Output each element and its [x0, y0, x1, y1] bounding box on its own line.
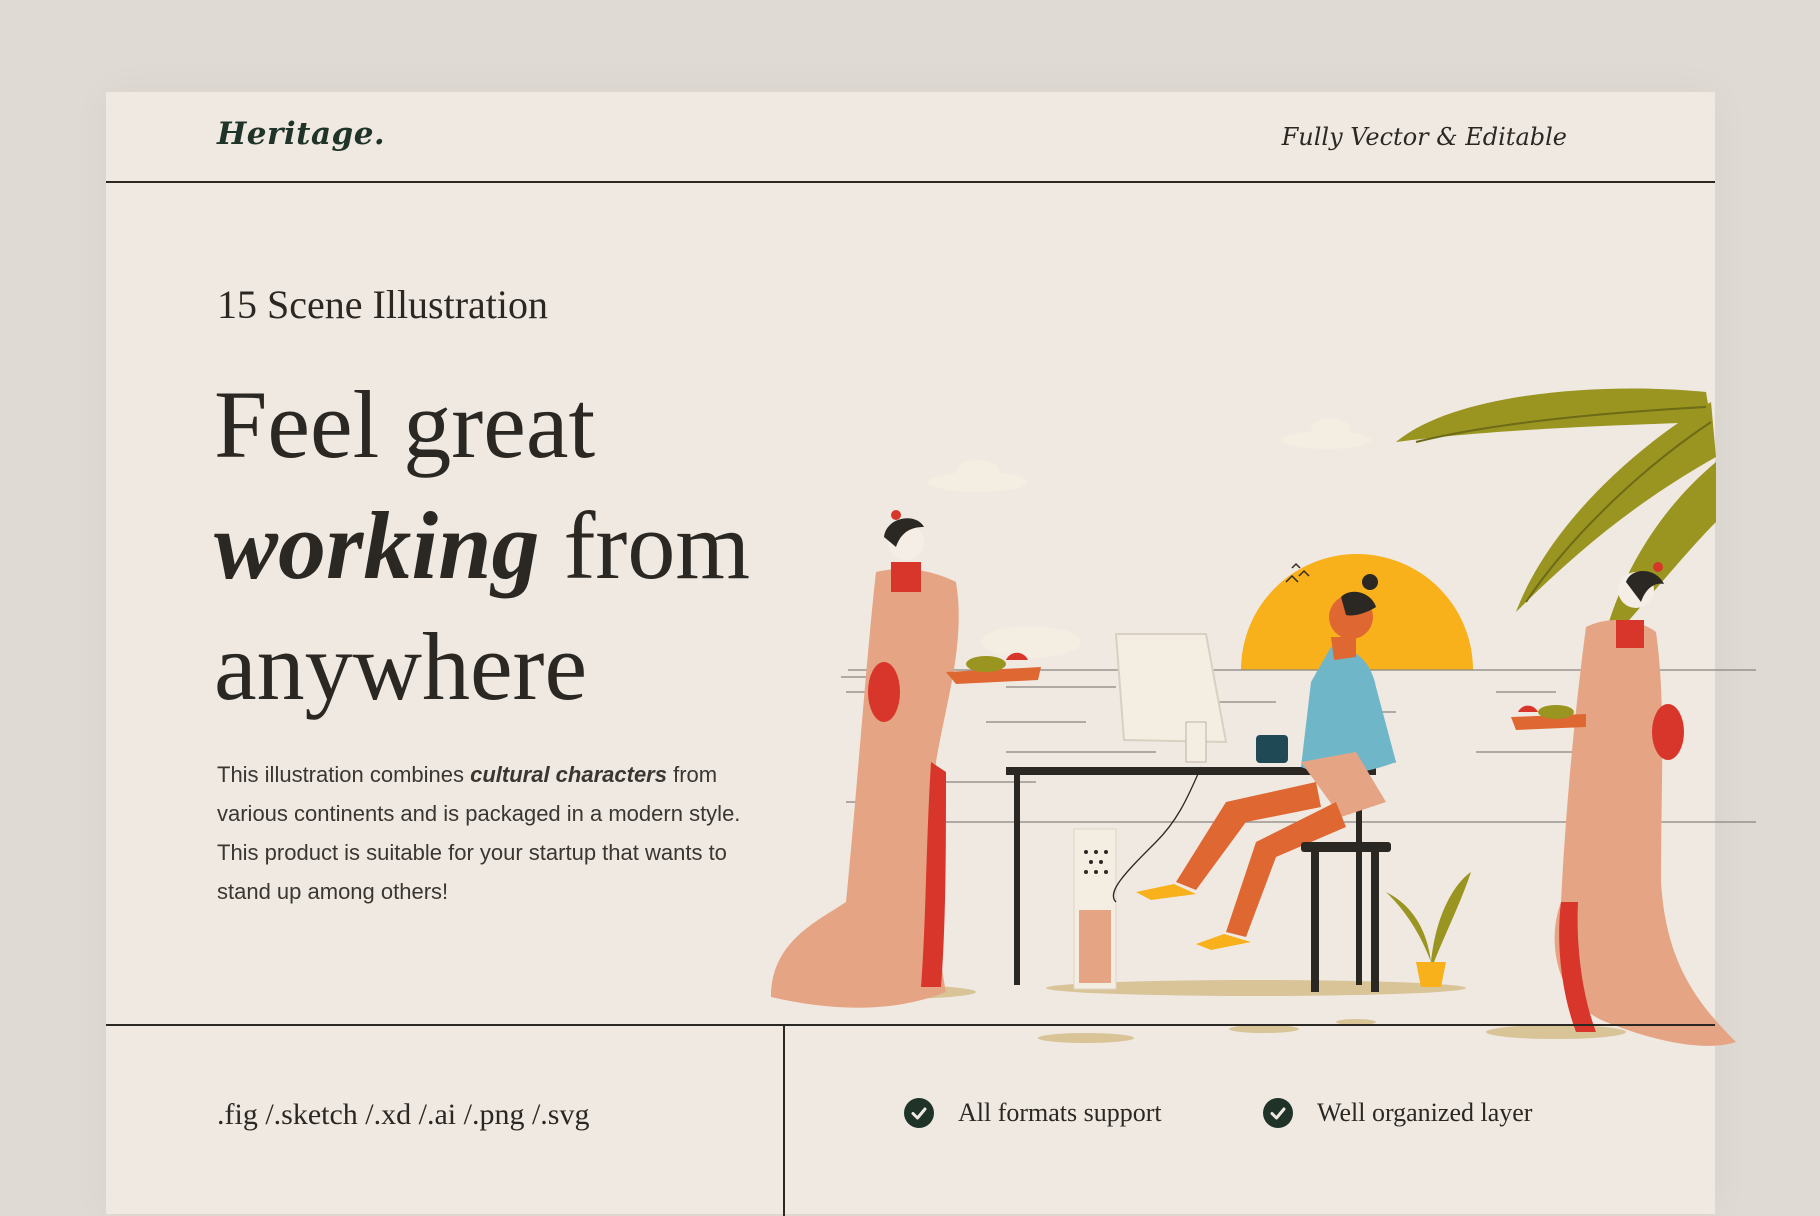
headline-italic-word: working: [214, 492, 540, 599]
feature-label: All formats support: [958, 1098, 1162, 1127]
scene-count: 15 Scene Illustration: [217, 282, 549, 327]
description-before: This illustration combines: [217, 762, 471, 787]
headline-line1: Feel great: [214, 371, 596, 478]
stool: [1301, 842, 1391, 992]
description: This illustration combines cultural char…: [217, 755, 747, 911]
headline-line2-rest: from: [539, 492, 751, 599]
tagline: Fully Vector & Editable: [1281, 123, 1567, 151]
check-icon: [1263, 1098, 1293, 1128]
check-icon: [904, 1098, 934, 1128]
description-bold: cultural characters: [470, 762, 667, 787]
feature-label: Well organized layer: [1317, 1098, 1533, 1127]
footer: .fig /.sketch /.xd /.ai /.png /.svg All …: [106, 1024, 1715, 1216]
file-formats: .fig /.sketch /.xd /.ai /.png /.svg: [217, 1098, 590, 1131]
headline-line3: anywhere: [214, 613, 588, 720]
feature-all-formats: All formats support: [904, 1098, 1162, 1128]
woman-right: [1511, 562, 1736, 1046]
plant-icon: [1386, 872, 1471, 987]
feature-organized-layer: Well organized layer: [1263, 1098, 1532, 1128]
footer-divider: [783, 1026, 785, 1216]
header: Heritage. Fully Vector & Editable: [106, 92, 1715, 183]
illustration: [771, 388, 1756, 1046]
main-card: Heritage. Fully Vector & Editable 15 Sce…: [106, 92, 1756, 1216]
logo[interactable]: Heritage.: [217, 116, 385, 152]
woman-left: [771, 510, 1041, 1008]
